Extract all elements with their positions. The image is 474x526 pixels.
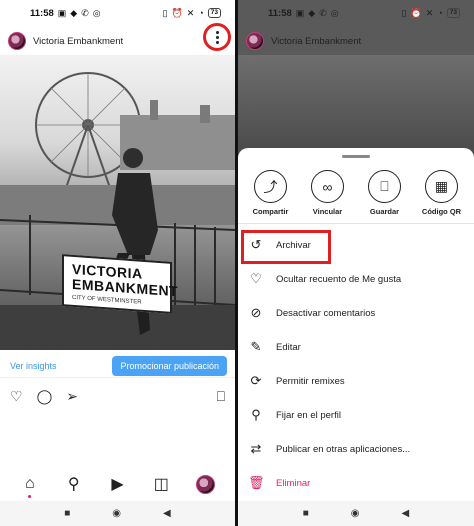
menu-item-label: Eliminar [276, 477, 311, 489]
heart-off-icon: ♡ [250, 271, 262, 286]
post-photo[interactable]: VICTORIA EMBANKMENT CITY OF WESTMINSTER [0, 55, 235, 350]
menu-item-permitir-remixes[interactable]: ⟳ Permitir remixes [238, 364, 474, 398]
search-icon[interactable]: ⚲ [62, 474, 86, 494]
insights-row: Ver insights Promocionar publicación [0, 354, 235, 378]
chat-icon: ▣ [295, 7, 305, 18]
bookmark-icon[interactable]: ⎕ [368, 170, 401, 203]
menu-item-fijar-perfil[interactable]: ⚲ Fijar en el perfil [238, 398, 474, 432]
left-screen: 11:58 ▣ ◆ ✆ ◎ ▯ ⏰ ✕ ◔ 73 Victoria Embank… [0, 0, 235, 526]
vibrate-icon: ▯ [162, 7, 168, 18]
share-icon[interactable]: ⤴ [254, 170, 287, 203]
back-icon[interactable]: ◀ [402, 508, 410, 519]
menu-item-label: Publicar en otras aplicaciones... [276, 443, 411, 455]
status-time: 11:58 [30, 7, 54, 19]
menu-item-label: Ocultar recuento de Me gusta [276, 273, 402, 285]
shop-icon[interactable]: ◫ [149, 474, 173, 494]
street-sign: VICTORIA EMBANKMENT CITY OF WESTMINSTER [62, 254, 178, 314]
menu-item-eliminar[interactable]: 🗑 Eliminar [238, 466, 474, 500]
share-action-compartir[interactable]: ⤴ Compartir [243, 170, 299, 216]
vibrate-icon: ▯ [401, 7, 407, 18]
like-heart-icon[interactable]: ♡ [10, 389, 23, 403]
right-screen: 11:58 ▣ ◆ ✆ ◎ ▯ ⏰ ✕ ◔ 73 Victoria Embank… [238, 0, 474, 526]
send-icon[interactable]: ➢ [66, 389, 78, 403]
whatsapp-icon: ◎ [330, 7, 339, 18]
home-icon[interactable]: ⌂ [18, 475, 42, 498]
options-bottom-sheet: ⤴ Compartir ∞ Vincular ⎕ Guardar ▦ Códig… [238, 148, 474, 501]
post-header: Victoria Embankment [0, 23, 235, 55]
menu-item-label: Fijar en el perfil [276, 409, 341, 421]
share-action-label: Compartir [252, 207, 289, 216]
more-options-button[interactable] [203, 23, 231, 51]
post-username[interactable]: Victoria Embankment [33, 36, 123, 47]
pencil-icon: ✎ [250, 339, 262, 354]
battery-indicator: 73 [207, 8, 221, 18]
menu-item-desactivar-comentarios[interactable]: ⊘ Desactivar comentarios [238, 296, 474, 330]
phone-icon: ✆ [81, 7, 89, 18]
kebab-icon [215, 30, 219, 44]
bottom-navigation: ⌂ ⚲ ▶ ◫ [0, 470, 235, 498]
alarm-icon: ⏰ [410, 7, 422, 18]
whatsapp-icon: ◎ [92, 7, 101, 18]
share-action-label: Guardar [369, 207, 400, 216]
share-action-guardar[interactable]: ⎕ Guardar [357, 170, 413, 216]
share-action-label: Vincular [312, 207, 343, 216]
share-action-codigo-qr[interactable]: ▦ Código QR [414, 170, 470, 216]
trash-icon: 🗑 [248, 475, 265, 490]
dimmed-post-photo[interactable] [238, 55, 474, 155]
recents-icon[interactable]: ■ [303, 508, 309, 519]
wifi-icon: ◔ [198, 7, 204, 18]
post-header: Victoria Embankment [238, 27, 474, 55]
system-navigation: ■ ◉ ◀ [238, 501, 474, 526]
home-button-icon[interactable]: ◉ [112, 508, 121, 519]
menu-item-publicar-otras-apps[interactable]: ⇄ Publicar en otras aplicaciones... [238, 432, 474, 466]
comment-icon[interactable]: ◯ [37, 389, 53, 403]
link-icon[interactable]: ∞ [311, 170, 344, 203]
pin-icon: ⚲ [251, 407, 261, 422]
status-bar: 11:58 ▣ ◆ ✆ ◎ ▯ ⏰ ✕ ◔ 73 [0, 0, 235, 26]
recents-icon[interactable]: ■ [64, 508, 70, 519]
back-icon[interactable]: ◀ [163, 508, 171, 519]
post-username: Victoria Embankment [271, 35, 362, 47]
mute-icon: ✕ [186, 7, 195, 18]
menu-item-label: Desactivar comentarios [276, 307, 376, 319]
mute-icon: ✕ [425, 7, 434, 18]
archive-highlight-box [241, 230, 331, 264]
alarm-icon: ⏰ [171, 7, 183, 18]
avatar [246, 32, 264, 50]
repost-icon: ⇄ [250, 441, 262, 456]
divider [238, 223, 474, 224]
menu-item-editar[interactable]: ✎ Editar [238, 330, 474, 364]
remix-icon: ⟳ [250, 373, 262, 388]
profile-avatar[interactable] [193, 474, 217, 494]
view-insights-link[interactable]: Ver insights [10, 361, 57, 371]
share-action-vincular[interactable]: ∞ Vincular [300, 170, 356, 216]
bookmark-icon[interactable]: ⎕ [217, 389, 225, 403]
status-time: 11:58 [268, 7, 292, 19]
game-icon: ◆ [308, 7, 316, 18]
share-action-label: Código QR [421, 207, 462, 216]
share-actions-row: ⤴ Compartir ∞ Vincular ⎕ Guardar ▦ Códig… [238, 170, 474, 216]
avatar[interactable] [8, 32, 26, 50]
promote-post-button[interactable]: Promocionar publicación [112, 355, 227, 376]
game-icon: ◆ [70, 7, 78, 18]
menu-item-ocultar-me-gusta[interactable]: ♡ Ocultar recuento de Me gusta [238, 262, 474, 296]
comments-off-icon: ⊘ [250, 305, 262, 320]
chat-icon: ▣ [57, 7, 67, 18]
post-actions: ♡ ◯ ➢ ⎕ [0, 384, 235, 408]
options-menu: ↺ Archivar ♡ Ocultar recuento de Me gust… [238, 228, 474, 500]
wifi-icon: ◔ [437, 7, 443, 18]
drag-handle[interactable] [342, 155, 370, 158]
qr-code-icon[interactable]: ▦ [425, 170, 458, 203]
system-navigation: ■ ◉ ◀ [0, 501, 235, 526]
active-indicator-dot [27, 495, 31, 498]
home-button-icon[interactable]: ◉ [351, 508, 360, 519]
reels-icon[interactable]: ▶ [105, 474, 129, 494]
status-bar: 11:58 ▣ ◆ ✆ ◎ ▯ ⏰ ✕ ◔ 73 [238, 0, 474, 26]
menu-item-label: Editar [276, 341, 301, 353]
battery-indicator: 73 [446, 8, 460, 18]
phone-icon: ✆ [319, 7, 327, 18]
menu-item-label: Permitir remixes [276, 375, 345, 387]
